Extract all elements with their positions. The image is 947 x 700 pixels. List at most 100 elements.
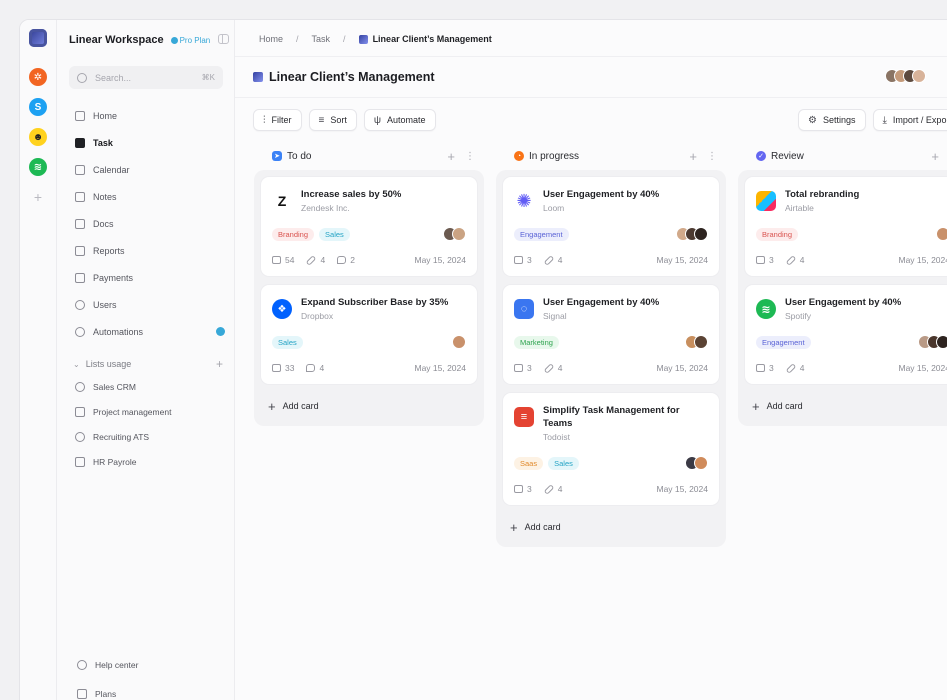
task-card[interactable]: ◌ User Engagement by 40% Signal Marketin…	[502, 284, 720, 385]
card-avatars	[685, 335, 708, 349]
sidebar-item-users[interactable]: Users	[75, 291, 225, 318]
tag-badge[interactable]: Sales	[548, 456, 579, 470]
list-item-recruiting-ats[interactable]: Recruiting ATS	[75, 424, 225, 449]
collapse-sidebar-icon[interactable]	[218, 34, 229, 44]
lists-usage-header[interactable]: ⌄ Lists usage +	[73, 357, 223, 371]
automations-icon	[75, 326, 85, 337]
files-value: 3	[527, 255, 532, 265]
settings-label: Settings	[822, 115, 856, 125]
mailchimp-app-icon[interactable]: ☻	[29, 128, 47, 146]
add-card-icon[interactable]: +	[447, 149, 455, 164]
filter-button[interactable]: ⫶ Filter	[253, 109, 302, 131]
list-item-hr-payrole[interactable]: HR Payrole	[75, 449, 225, 474]
sidebar-item-label: Reports	[93, 245, 125, 256]
plans-link[interactable]: Plans	[77, 689, 116, 699]
zapier-app-icon[interactable]: ✲	[29, 68, 47, 86]
card-date: May 15, 2024	[656, 255, 708, 265]
workspace-logo-icon[interactable]	[29, 29, 47, 47]
task-card[interactable]: ≋ User Engagement by 40% Spotify Engagem…	[744, 284, 947, 385]
files-count: 3	[514, 484, 532, 494]
task-card[interactable]: ✺ User Engagement by 40% Loom Engagement…	[502, 176, 720, 277]
sidebar-item-automations[interactable]: Automations	[75, 318, 225, 345]
automate-button[interactable]: ψ Automate	[363, 109, 436, 131]
workspace-header[interactable]: Linear Workspace Pro Plan	[69, 30, 229, 50]
zendesk-logo-icon: Z	[277, 193, 287, 209]
sales-crm-icon	[75, 381, 85, 392]
folder-icon	[272, 256, 281, 264]
import-export-button[interactable]: ⤓ Import / Expo	[872, 109, 947, 131]
files-value: 33	[285, 363, 295, 373]
tag-badge[interactable]: Saas	[514, 456, 544, 470]
tag-badge[interactable]: Engagement	[756, 335, 811, 349]
search-input[interactable]: Search... ⌘K	[69, 66, 223, 89]
skype-app-icon[interactable]: S	[29, 98, 47, 116]
sidebar-item-notes[interactable]: Notes	[75, 183, 225, 210]
folder-icon	[514, 485, 523, 493]
plus-icon: +	[268, 398, 276, 414]
sidebar-item-home[interactable]: Home	[75, 102, 225, 129]
add-card-button[interactable]: + Add card	[260, 392, 478, 420]
card-avatars	[936, 227, 947, 241]
member-avatars[interactable]	[885, 69, 926, 83]
settings-button[interactable]: ⚙ Settings	[798, 109, 866, 131]
add-card-button[interactable]: + Add card	[502, 513, 720, 541]
chevron-down-icon: ⌄	[73, 359, 80, 369]
sort-button[interactable]: ≡ Sort	[308, 109, 357, 131]
sidebar-nav: Home Task Calendar Notes Docs Reports Pa…	[75, 102, 225, 345]
add-list-button[interactable]: +	[216, 357, 223, 371]
task-card[interactable]: Z Increase sales by 50% Zendesk Inc. Bra…	[260, 176, 478, 277]
app-rail: ✲ S ☻ ≋ +	[20, 20, 57, 700]
sidebar-item-reports[interactable]: Reports	[75, 237, 225, 264]
list-item-sales-crm[interactable]: Sales CRM	[75, 374, 225, 399]
breadcrumb-task[interactable]: Task	[312, 34, 331, 44]
home-icon	[75, 110, 85, 121]
card-date: May 15, 2024	[414, 363, 466, 373]
comments-count: 4	[306, 363, 324, 373]
files-count: 3	[756, 363, 774, 373]
task-card[interactable]: Total rebranding Airtable Branding 3 4 M…	[744, 176, 947, 277]
add-card-icon[interactable]: +	[689, 149, 697, 164]
breadcrumb-home[interactable]: Home	[259, 34, 283, 44]
tag-badge[interactable]: Sales	[319, 227, 350, 241]
plans-label: Plans	[95, 689, 117, 699]
add-card-icon[interactable]: +	[931, 149, 939, 164]
avatar	[694, 335, 708, 349]
more-icon[interactable]: ⋮	[465, 151, 475, 162]
tag-badge[interactable]: Branding	[756, 227, 799, 241]
tag-badge[interactable]: Sales	[272, 335, 303, 349]
folder-icon	[756, 256, 765, 264]
task-card[interactable]: ❖ Expand Subscriber Base by 35% Dropbox …	[260, 284, 478, 385]
avatar	[936, 335, 947, 349]
tag-badge[interactable]: Engagement	[514, 227, 569, 241]
spotify-app-icon[interactable]: ≋	[29, 158, 47, 176]
link-icon	[543, 254, 555, 266]
avatar	[694, 456, 708, 470]
sidebar-item-task[interactable]: Task	[75, 129, 225, 156]
list-item-project-management[interactable]: Project management	[75, 399, 225, 424]
sidebar-item-payments[interactable]: Payments	[75, 264, 225, 291]
list-item-label: Recruiting ATS	[93, 431, 150, 442]
tag-badge[interactable]: Branding	[272, 227, 315, 241]
sidebar-item-label: Notes	[93, 191, 117, 202]
add-card-label: Add card	[766, 401, 803, 411]
filter-label: Filter	[271, 115, 292, 125]
task-card[interactable]: ≡ Simplify Task Management for Teams Tod…	[502, 392, 720, 506]
card-title: User Engagement by 40%	[785, 297, 902, 308]
add-card-label: Add card	[282, 401, 319, 411]
files-value: 3	[527, 363, 532, 373]
more-icon[interactable]: ⋮	[707, 151, 717, 162]
help-center-link[interactable]: Help center	[77, 660, 138, 670]
tag-badge[interactable]: Marketing	[514, 335, 559, 349]
add-card-button[interactable]: + Add card	[744, 392, 947, 420]
add-app-icon[interactable]: +	[29, 188, 47, 206]
sidebar-item-docs[interactable]: Docs	[75, 210, 225, 237]
plan-icon	[170, 36, 178, 44]
avatar	[452, 335, 466, 349]
folder-icon	[514, 256, 523, 264]
files-value: 3	[769, 363, 774, 373]
card-avatars	[452, 335, 466, 349]
plan-badge: Pro Plan	[170, 36, 210, 45]
column-body: Z Increase sales by 50% Zendesk Inc. Bra…	[254, 170, 484, 426]
sidebar-item-calendar[interactable]: Calendar	[75, 156, 225, 183]
breadcrumb-current[interactable]: Linear Client’s Management	[358, 34, 492, 44]
